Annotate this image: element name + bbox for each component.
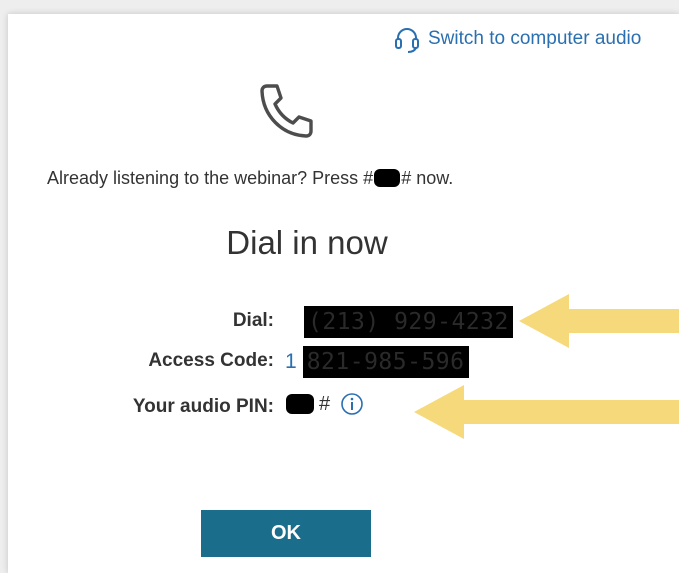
- access-code-value[interactable]: 821-985-596: [302, 346, 469, 378]
- access-code-label: Access Code:: [148, 350, 274, 371]
- info-icon[interactable]: [340, 392, 364, 416]
- phone-icon: [260, 84, 313, 138]
- dial-number[interactable]: (213) 929-4232: [304, 306, 513, 338]
- redacted-mark: [374, 169, 401, 187]
- ok-button[interactable]: OK: [201, 510, 371, 557]
- switch-to-computer-audio-link[interactable]: Switch to computer audio: [392, 26, 642, 53]
- headset-icon: [395, 28, 419, 53]
- audio-pin-suffix: #: [319, 392, 331, 415]
- page-title: Dial in now: [226, 224, 388, 261]
- access-code-prefix: 1: [285, 350, 297, 373]
- dial-label: Dial:: [232, 310, 274, 331]
- switch-audio-label: Switch to computer audio: [428, 28, 642, 49]
- access-code-row: Access Code: 1 821-985-596: [0, 346, 679, 378]
- audio-pin-label: Your audio PIN:: [132, 396, 274, 417]
- arrow-annotation-dial: [519, 294, 679, 348]
- already-listening-prompt: Already listening to the webinar? Press …: [47, 168, 454, 188]
- audio-pin-redacted: [286, 394, 314, 414]
- arrow-annotation-pin: [414, 385, 679, 439]
